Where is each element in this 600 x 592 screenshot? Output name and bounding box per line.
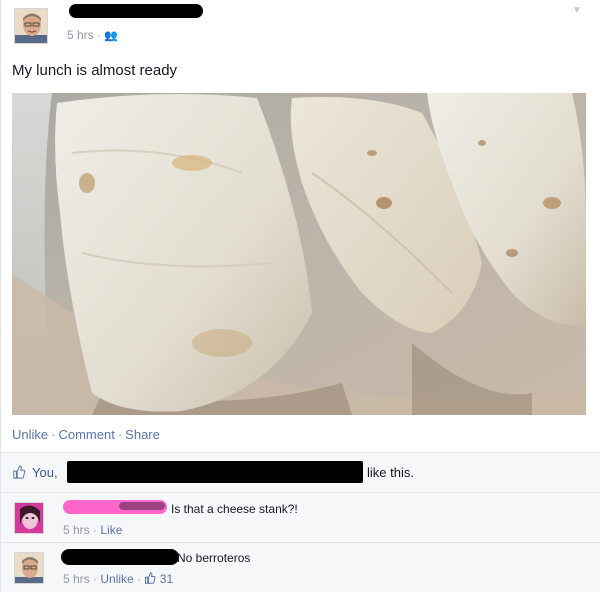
thumbs-up-icon: [145, 572, 156, 584]
likes-summary: You,: [12, 463, 58, 481]
comment-like-count[interactable]: 31: [160, 572, 173, 586]
poster-avatar[interactable]: [14, 8, 48, 44]
post-actions: Unlike · Comment · Share: [12, 427, 160, 442]
commenter-name-redacted[interactable]: [61, 549, 179, 565]
commenter-avatar[interactable]: [14, 502, 44, 534]
commenter-avatar-image: [15, 553, 43, 583]
comment-meta: 5 hrs · Unlike · 31: [63, 572, 173, 586]
chevron-down-icon[interactable]: ▼: [572, 5, 582, 16]
divider: [1, 492, 600, 493]
unlike-link[interactable]: Unlike: [12, 427, 48, 442]
likes-suffix: like this.: [367, 465, 414, 480]
likes-you-link[interactable]: You,: [32, 465, 58, 480]
comment-text: No berroteros: [177, 551, 251, 565]
divider: [1, 542, 600, 543]
likers-names-redacted[interactable]: [67, 461, 363, 483]
comment-text: Is that a cheese stank?!: [171, 502, 298, 516]
poster-avatar-image: [15, 9, 47, 43]
post-photo[interactable]: [12, 93, 586, 415]
comment-meta: 5 hrs · Like: [63, 523, 122, 537]
commenter-avatar-image: [15, 503, 43, 533]
post-timestamp[interactable]: 5 hrs · 👥: [67, 28, 118, 42]
post-time-text: 5 hrs: [67, 28, 94, 42]
friends-icon[interactable]: 👥: [104, 30, 118, 42]
comment-time[interactable]: 5 hrs: [63, 572, 90, 586]
commenter-name-redacted-dark: [119, 502, 165, 510]
actions-separator: ·: [117, 427, 123, 442]
comment-like-link[interactable]: Like: [100, 523, 122, 537]
commenter-avatar[interactable]: [14, 552, 44, 584]
share-link[interactable]: Share: [125, 427, 160, 442]
actions-separator: ·: [51, 427, 56, 442]
comment-time[interactable]: 5 hrs: [63, 523, 90, 537]
comment-meta-separator: ·: [137, 572, 145, 586]
burritos-photo: [12, 93, 586, 415]
thumbs-up-icon: [13, 465, 26, 479]
comment-link[interactable]: Comment: [58, 427, 114, 442]
facebook-post: 5 hrs · 👥 ▼ My lunch is almost ready Unl…: [0, 0, 600, 592]
post-text: My lunch is almost ready: [12, 62, 178, 79]
poster-name-redacted[interactable]: [69, 4, 203, 18]
comment-unlike-link[interactable]: Unlike: [100, 572, 133, 586]
